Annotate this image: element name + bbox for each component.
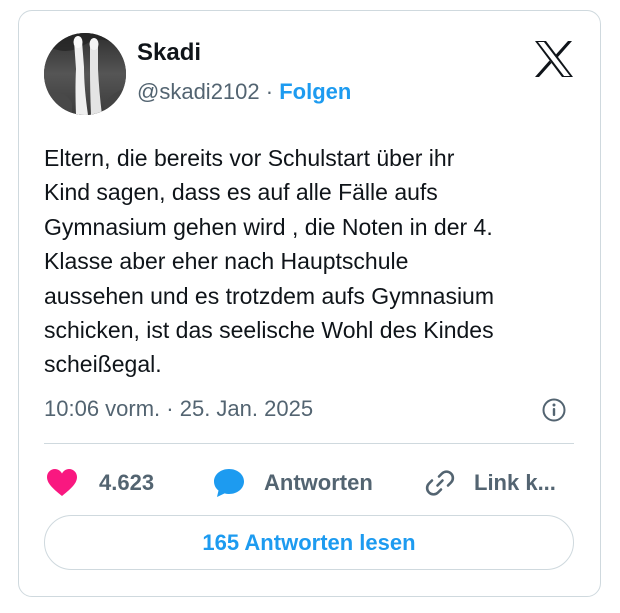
heart-icon bbox=[47, 469, 77, 496]
speech-bubble-icon bbox=[214, 469, 244, 497]
tweet-text-line: Eltern, die bereits vor Schulstart über … bbox=[44, 145, 455, 171]
like-count: 4.623 bbox=[99, 470, 155, 495]
tweet-text-line: aussehen und es trotzdem aufs Gymnasium bbox=[44, 282, 495, 309]
tweet-timestamp[interactable]: 10:06 vorm. · 25. Jan. 2025 bbox=[44, 396, 313, 422]
author-name[interactable]: Skadi bbox=[137, 39, 201, 67]
read-replies-button[interactable]: 165 Antworten lesen bbox=[44, 515, 574, 570]
author-handle[interactable]: @skadi2102 bbox=[137, 79, 260, 104]
tweet-text-line: Gymnasium gehen wird , die Noten in der … bbox=[44, 213, 493, 240]
like-button[interactable]: 4.623 bbox=[47, 463, 154, 503]
reply-button[interactable]: Antworten bbox=[213, 463, 373, 503]
avatar[interactable] bbox=[44, 33, 126, 115]
tweet-text-line: Klasse aber eher nach Hauptschule bbox=[44, 248, 409, 275]
tweet-card: Skadi @skadi2102 · Folgen Eltern, die be… bbox=[18, 10, 601, 597]
x-logo-icon[interactable] bbox=[534, 41, 574, 77]
tweet-text-line: scheißegal. bbox=[44, 351, 162, 378]
read-replies-label: 165 Antworten lesen bbox=[202, 529, 416, 555]
info-icon[interactable] bbox=[541, 397, 567, 423]
tweet-text-line: Kind sagen, dass es auf alle Fälle aufs bbox=[44, 179, 438, 206]
copy-link-button[interactable]: Link k... bbox=[424, 463, 556, 503]
handle-separator: · bbox=[265, 79, 274, 104]
tweet-text: Eltern, die bereits vor Schulstart über … bbox=[44, 141, 584, 382]
link-icon bbox=[425, 470, 455, 496]
divider bbox=[44, 443, 574, 444]
tweet-text-line: schicken, ist das seelische Wohl des Kin… bbox=[44, 317, 494, 344]
copy-link-label: Link k... bbox=[474, 470, 556, 495]
reply-label: Antworten bbox=[264, 470, 373, 495]
handle-row: @skadi2102 · Folgen bbox=[137, 79, 351, 105]
follow-button[interactable]: Folgen bbox=[279, 79, 351, 104]
avatar-image bbox=[44, 33, 126, 115]
